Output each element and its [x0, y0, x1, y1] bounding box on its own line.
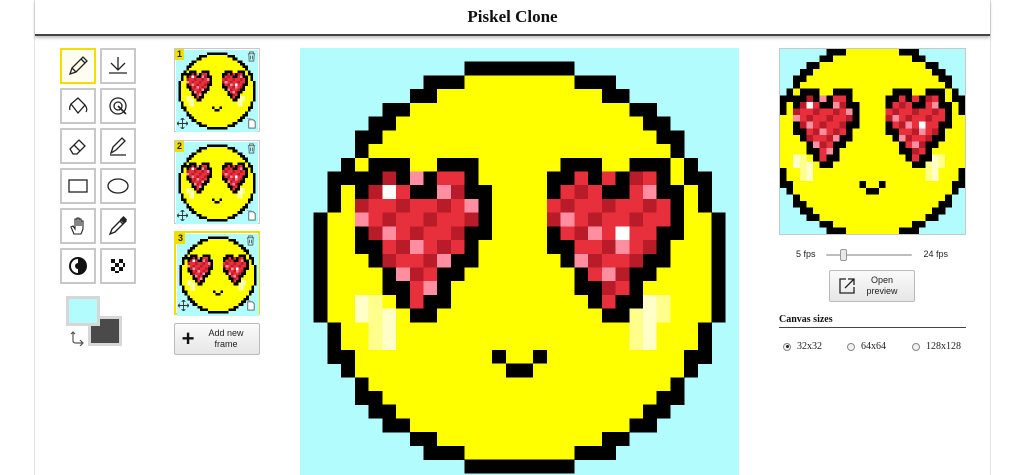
same-pixels-icon: [109, 97, 127, 115]
frame-tile-2[interactable]: 2: [174, 140, 260, 224]
fps-max-label: 24 fps: [923, 249, 948, 259]
frame-tile-3[interactable]: 3: [174, 231, 260, 316]
open-preview-label: Open preview: [856, 275, 908, 297]
rectangle-icon: [68, 179, 88, 193]
lighten-icon: [69, 257, 87, 275]
primary-color-swatch[interactable]: [66, 296, 100, 326]
fps-slider-thumb[interactable]: [840, 249, 848, 261]
add-frame-label-line1: Add new: [208, 328, 244, 338]
duplicate-frame-icon[interactable]: [245, 300, 256, 311]
duplicate-frame-icon[interactable]: [246, 118, 257, 129]
fps-control: 5 fps 24 fps: [796, 246, 956, 262]
open-preview-label-line1: Open: [870, 275, 894, 285]
radio-label: 128x128: [926, 341, 961, 352]
add-frame-label-line2: frame: [214, 339, 238, 349]
circle-icon: [107, 178, 129, 194]
dithering-tool-button[interactable]: [100, 248, 136, 284]
rectangle-tool-button[interactable]: [60, 168, 96, 204]
move-frame-icon[interactable]: [178, 300, 189, 311]
move-frame-icon[interactable]: [177, 118, 188, 129]
page-border-left: [34, 0, 35, 475]
add-new-frame-button[interactable]: + Add new frame: [174, 323, 260, 355]
frame-number: 1: [175, 49, 185, 60]
frame-number: 3: [176, 233, 186, 244]
trash-icon[interactable]: [246, 143, 257, 154]
header: Piskel Clone: [35, 0, 990, 36]
pencil-icon: [68, 56, 88, 76]
paint-bucket-tool-button[interactable]: [60, 88, 96, 124]
move-frame-icon[interactable]: [177, 210, 188, 221]
mirror-pen-tool-button[interactable]: [100, 48, 136, 84]
same-pixels-tool-button[interactable]: [100, 88, 136, 124]
radio-dot: [783, 342, 791, 351]
duplicate-frame-icon[interactable]: [246, 210, 257, 221]
app-title: Piskel Clone: [467, 7, 558, 26]
radio-dot: [912, 342, 920, 351]
external-link-icon: [839, 278, 855, 294]
stroke-icon: [109, 137, 126, 156]
add-frame-label: Add new frame: [201, 328, 251, 350]
mirror-pen-icon: [109, 57, 127, 74]
radio-label: 32x32: [797, 341, 822, 352]
circle-tool-button[interactable]: [100, 168, 136, 204]
move-tool-button[interactable]: [60, 208, 96, 244]
pen-tool-button[interactable]: [60, 48, 96, 84]
eraser-icon: [69, 139, 86, 155]
frame-number: 2: [175, 141, 185, 152]
radio-label: 64x64: [861, 341, 886, 352]
canvas-size-32x32-radio[interactable]: 32x32: [783, 341, 822, 352]
trash-icon[interactable]: [245, 235, 256, 246]
color-selector: [66, 296, 124, 350]
fps-slider[interactable]: [826, 249, 912, 261]
drawing-canvas[interactable]: [300, 48, 739, 475]
canvas-sizes-heading: Canvas sizes: [779, 314, 966, 328]
paint-bucket-icon: [69, 97, 88, 115]
frame-tile-1[interactable]: 1: [174, 48, 260, 132]
preview-image: [766, 35, 979, 248]
page-border-right: [990, 0, 991, 475]
color-picker-tool-button[interactable]: [100, 208, 136, 244]
checker-icon: [111, 259, 125, 273]
trash-icon[interactable]: [246, 51, 257, 62]
eraser-tool-button[interactable]: [60, 128, 96, 164]
open-preview-button[interactable]: Open preview: [829, 270, 915, 302]
lighten-tool-button[interactable]: [60, 248, 96, 284]
hand-icon: [70, 217, 84, 235]
pixel-art-canvas: [300, 48, 739, 475]
open-preview-label-line2: preview: [866, 286, 898, 296]
eyedropper-icon: [108, 215, 128, 236]
stroke-tool-button[interactable]: [100, 128, 136, 164]
fps-min-label: 5 fps: [796, 249, 816, 259]
plus-icon: +: [181, 326, 195, 351]
swap-colors-icon[interactable]: [70, 330, 86, 346]
canvas-size-64x64-radio[interactable]: 64x64: [847, 341, 886, 352]
canvas-size-128x128-radio[interactable]: 128x128: [912, 341, 961, 352]
animation-preview: [766, 35, 979, 248]
radio-dot: [847, 342, 855, 351]
